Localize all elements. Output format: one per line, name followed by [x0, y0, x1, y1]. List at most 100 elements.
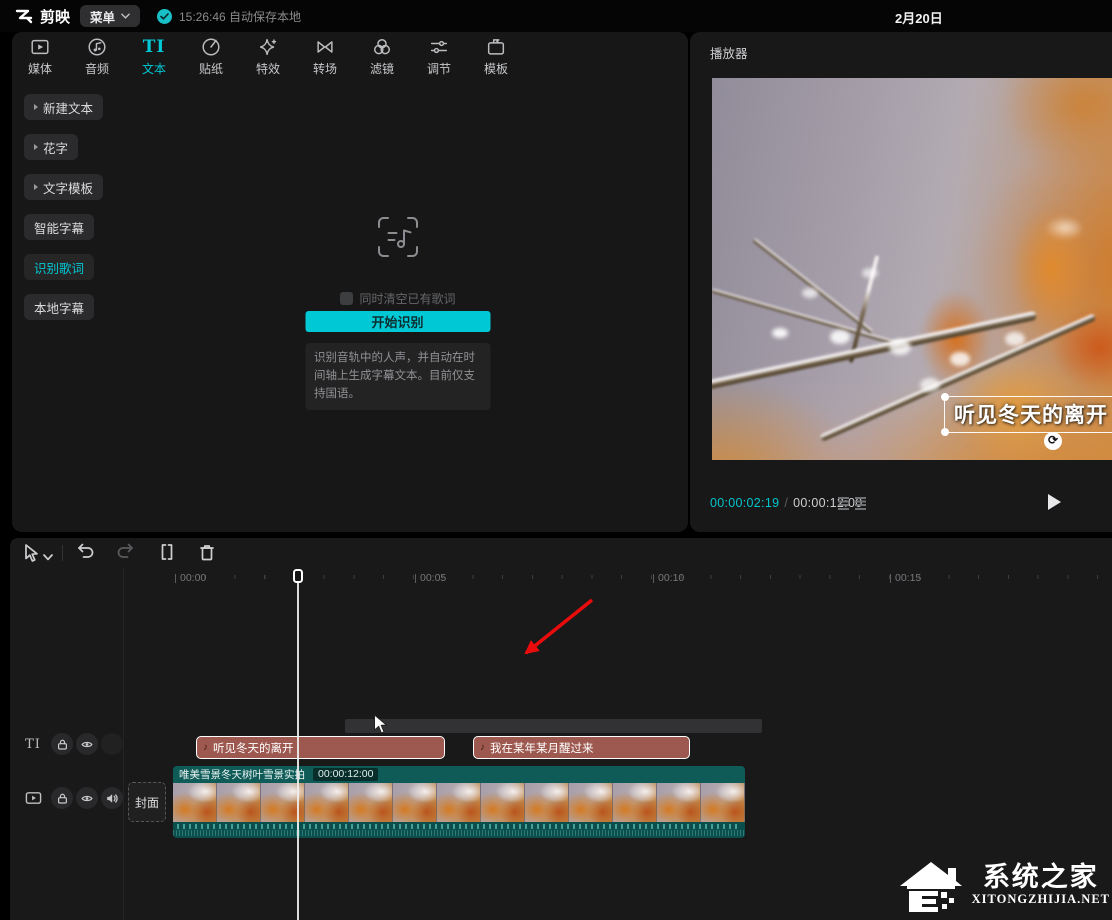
watermark-house-icon — [898, 856, 964, 914]
current-time: 00:00:02:19 — [710, 496, 779, 510]
lyric-clip-1[interactable]: ♪ 听见冬天的离开 — [196, 736, 445, 759]
check-circle-icon — [157, 9, 172, 24]
tab-template[interactable]: 模板 — [474, 32, 518, 80]
sidebar-item-recognize-lyrics[interactable]: 识别歌词 — [24, 254, 94, 280]
video-track-header — [10, 785, 123, 811]
lock-track-icon[interactable] — [51, 733, 73, 755]
clear-lyrics-option[interactable]: 同时清空已有歌词 — [339, 290, 455, 307]
ruler-label: 00:15 — [890, 572, 921, 584]
track-highlight-strip — [345, 719, 762, 733]
tab-text[interactable]: TI 文本 — [132, 32, 176, 80]
expand-arrow-icon — [34, 104, 38, 110]
sidebar-item-label: 识别歌词 — [34, 258, 84, 277]
film-thumbnail — [173, 783, 217, 822]
tab-label: 调节 — [427, 60, 451, 77]
player-title: 播放器 — [710, 43, 748, 62]
timeline-ruler[interactable]: 00:00 00:05 00:10 00:15 — [10, 568, 1112, 590]
watermark-site-url: XITONGZHIJIA.NET — [972, 892, 1110, 907]
expand-arrow-icon — [34, 144, 38, 150]
checkbox-label: 同时清空已有歌词 — [359, 290, 455, 307]
tab-label: 音频 — [85, 60, 109, 77]
tab-label: 文本 — [142, 60, 166, 77]
transition-icon — [314, 36, 336, 58]
top-bar: 剪映 菜单 15:26:46 自动保存本地 2月20日 — [0, 0, 1112, 32]
media-library-panel: 媒体 音频 TI 文本 贴纸 特效 转场 — [12, 32, 688, 532]
site-watermark: 系统之家 XITONGZHIJIA.NET — [898, 856, 1110, 914]
select-tool-button[interactable] — [22, 543, 42, 563]
ruler-ticks — [175, 575, 1112, 579]
list-view-icon[interactable] — [855, 497, 866, 510]
sidebar-item-smart-subtitle[interactable]: 智能字幕 — [24, 214, 94, 240]
sidebar-item-label: 新建文本 — [43, 98, 93, 117]
lyric-clip-2[interactable]: ♪ 我在某年某月醒过来 — [473, 736, 690, 759]
redo-button[interactable] — [116, 543, 136, 563]
split-clip-button[interactable] — [158, 543, 178, 563]
text-track-icon: TI — [18, 737, 48, 752]
effects-icon — [257, 36, 279, 58]
lock-track-icon[interactable] — [51, 787, 73, 809]
video-track-icon — [18, 791, 48, 805]
undo-button[interactable] — [76, 543, 96, 563]
video-clip[interactable]: 唯美雪景冬天树叶雪景实拍 00:00:12:00 — [173, 766, 745, 838]
video-preview[interactable]: 听见冬天的离开 ⟳ — [712, 78, 1112, 460]
tab-media[interactable]: 媒体 — [18, 32, 62, 80]
checkbox-icon[interactable] — [339, 292, 352, 305]
scan-music-icon — [375, 214, 421, 265]
tab-filter[interactable]: 滤镜 — [360, 32, 404, 80]
adjust-icon — [428, 36, 450, 58]
time-separator: / — [779, 496, 793, 510]
toggle-visibility-icon[interactable] — [76, 787, 98, 809]
sidebar-item-new-text[interactable]: 新建文本 — [24, 94, 103, 120]
tab-transition[interactable]: 转场 — [303, 32, 347, 80]
template-icon — [485, 36, 507, 58]
lyric-note-icon: ♪ — [480, 742, 485, 753]
sidebar-item-local-subtitle[interactable]: 本地字幕 — [24, 294, 94, 320]
playhead-handle[interactable] — [293, 569, 303, 583]
tab-adjust[interactable]: 调节 — [417, 32, 461, 80]
rotate-handle-icon[interactable]: ⟳ — [1044, 432, 1062, 450]
tab-label: 媒体 — [28, 60, 52, 77]
tab-sticker[interactable]: 贴纸 — [189, 32, 233, 80]
film-thumbnail — [437, 783, 481, 822]
filter-icon — [371, 36, 393, 58]
lyric-clip-label: 我在某年某月醒过来 — [490, 740, 594, 756]
mute-audio-icon[interactable] — [101, 787, 123, 809]
tab-label: 特效 — [256, 60, 280, 77]
sidebar-item-fancy-text[interactable]: 花字 — [24, 134, 78, 160]
sidebar-item-text-template[interactable]: 文字模板 — [24, 174, 103, 200]
tab-effects[interactable]: 特效 — [246, 32, 290, 80]
delete-button[interactable] — [198, 543, 218, 563]
sticker-icon — [200, 36, 222, 58]
start-recognition-button[interactable]: 开始识别 — [305, 311, 490, 332]
audio-icon — [86, 36, 108, 58]
film-thumbnail — [613, 783, 657, 822]
menu-button[interactable]: 菜单 — [80, 5, 140, 27]
select-tool-chevron-icon[interactable] — [43, 548, 63, 568]
tab-label: 模板 — [484, 60, 508, 77]
toolbar-divider — [62, 545, 63, 561]
text-icon: TI — [143, 36, 166, 58]
playhead-line — [297, 582, 299, 920]
sidebar-item-label: 文字模板 — [43, 178, 93, 197]
tab-label: 贴纸 — [199, 60, 223, 77]
subtitle-overlay[interactable]: 听见冬天的离开 — [944, 396, 1112, 433]
cover-button[interactable]: 封面 — [128, 782, 166, 822]
watermark-site-name: 系统之家 — [983, 863, 1099, 893]
capcut-logo-icon — [14, 8, 34, 26]
film-thumbnail — [481, 783, 525, 822]
film-thumbnail — [569, 783, 613, 822]
timeline-toolbar — [10, 538, 1112, 568]
text-track-header: TI — [10, 731, 123, 757]
film-thumbnail — [217, 783, 261, 822]
film-thumbnail — [305, 783, 349, 822]
list-view-icon[interactable] — [838, 497, 849, 510]
player-controls: 00:00:02:19/00:00:12:00 — [690, 480, 1112, 532]
video-clip-duration: 00:00:12:00 — [313, 768, 378, 781]
media-icon — [29, 36, 51, 58]
toggle-visibility-icon[interactable] — [76, 733, 98, 755]
play-button[interactable] — [1048, 494, 1061, 510]
ribbon-tabs: 媒体 音频 TI 文本 贴纸 特效 转场 — [12, 32, 688, 80]
tab-audio[interactable]: 音频 — [75, 32, 119, 80]
video-clip-name: 唯美雪景冬天树叶雪景实拍 — [179, 767, 305, 782]
app-name: 剪映 — [40, 6, 70, 27]
